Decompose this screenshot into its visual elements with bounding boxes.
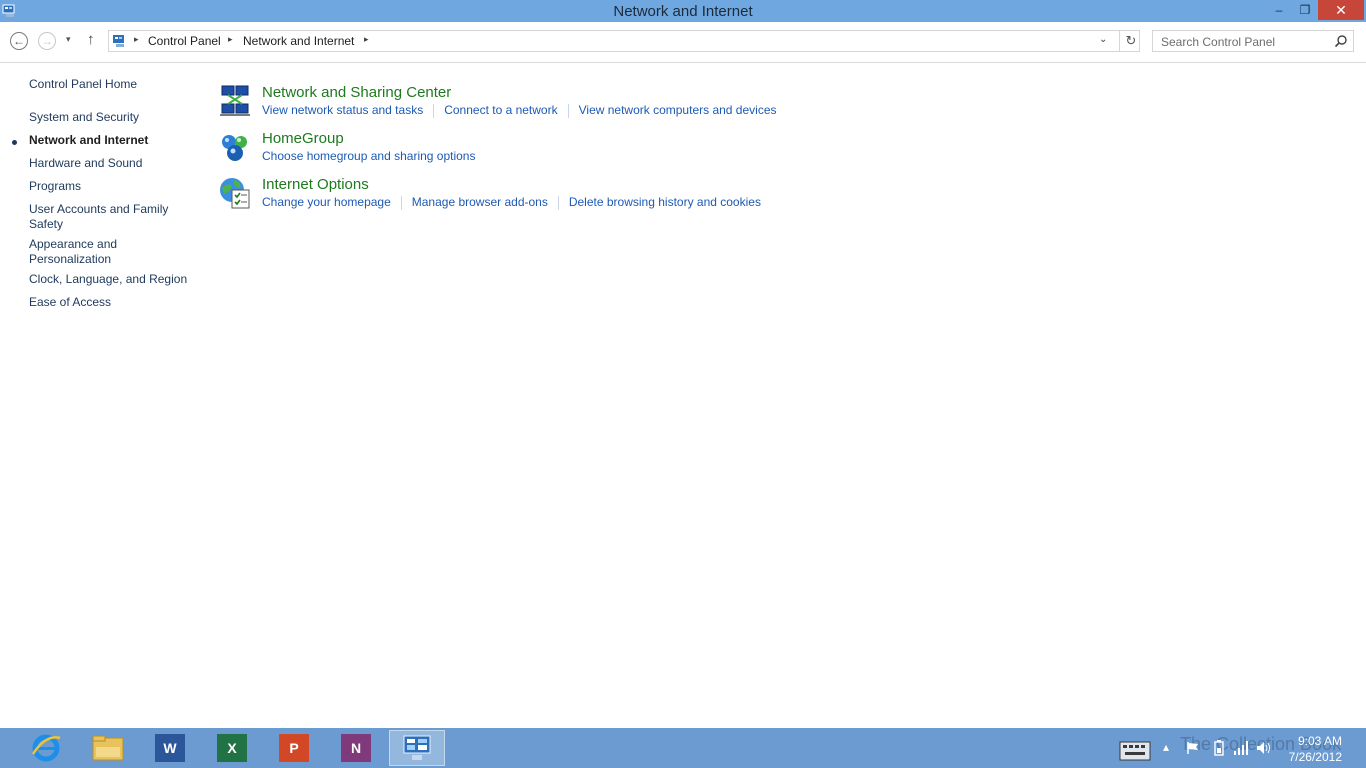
breadcrumb-separator[interactable]: ▸ [134, 34, 139, 45]
taskbar-control-panel[interactable] [389, 730, 445, 766]
change-homepage-link[interactable]: Change your homepage [262, 195, 391, 209]
delete-browsing-history-link[interactable]: Delete browsing history and cookies [569, 195, 761, 209]
view-network-status-link[interactable]: View network status and tasks [262, 103, 423, 117]
recent-locations-button[interactable]: ▾ [66, 34, 71, 45]
taskbar-word[interactable]: W [142, 730, 198, 766]
sidebar-item-user-accounts[interactable]: User Accounts and Family Safety [29, 202, 174, 232]
action-center-flag-icon[interactable] [1186, 741, 1200, 755]
sidebar-item-system-and-security[interactable]: System and Security [29, 110, 189, 125]
taskbar-powerpoint[interactable]: P [266, 730, 322, 766]
search-icon[interactable] [1334, 34, 1348, 48]
refresh-button[interactable]: ↻ [1119, 31, 1142, 51]
taskbar-onenote[interactable]: N [328, 730, 384, 766]
word-icon: W [155, 734, 185, 762]
breadcrumb-separator[interactable]: ▸ [228, 34, 233, 45]
network-sharing-icon[interactable] [218, 84, 252, 118]
volume-icon[interactable] [1256, 740, 1272, 756]
network-sharing-center-link[interactable]: Network and Sharing Center [262, 84, 451, 101]
link-divider [433, 103, 435, 118]
address-bar[interactable]: ▸ Control Panel ▸ Network and Internet ▸… [108, 30, 1140, 52]
sidebar-item-clock-language-region[interactable]: Clock, Language, and Region [29, 272, 189, 287]
control-panel-icon [403, 735, 431, 760]
link-divider [400, 195, 402, 210]
search-box[interactable] [1152, 30, 1354, 52]
folder-icon [92, 735, 124, 761]
link-divider [557, 195, 559, 210]
window-title: Network and Internet [613, 3, 753, 20]
internet-options-icon[interactable] [218, 176, 252, 210]
control-panel-icon [113, 35, 124, 47]
minimize-button[interactable]: – [1266, 0, 1292, 20]
homegroup-tasks: Choose homegroup and sharing options [262, 149, 475, 163]
homegroup-icon[interactable] [218, 130, 252, 164]
sidebar-item-network-and-internet[interactable]: Network and Internet [29, 133, 189, 148]
connect-to-network-link[interactable]: Connect to a network [444, 103, 557, 117]
internet-options-tasks: Change your homepage Manage browser add-o… [262, 195, 761, 210]
taskbar-internet-explorer[interactable] [18, 730, 74, 766]
excel-icon: X [217, 734, 247, 762]
network-sharing-tasks: View network status and tasks Connect to … [262, 103, 777, 118]
touch-keyboard-icon[interactable] [1118, 732, 1162, 766]
maximize-button[interactable]: ❐ [1292, 0, 1318, 20]
ie-icon [31, 734, 61, 762]
back-button[interactable]: ← [10, 32, 28, 50]
clock-time: 9:03 AM [1297, 734, 1342, 748]
up-button[interactable]: ↑ [87, 31, 95, 48]
forward-button[interactable]: → [38, 32, 56, 50]
battery-icon[interactable] [1213, 740, 1225, 756]
choose-homegroup-options-link[interactable]: Choose homegroup and sharing options [262, 149, 475, 163]
link-divider [567, 103, 569, 118]
search-input[interactable] [1159, 33, 1333, 51]
sidebar-item-programs[interactable]: Programs [29, 179, 189, 194]
close-button[interactable]: ✕ [1318, 0, 1364, 20]
clock-date: 7/26/2012 [1288, 750, 1342, 764]
show-hidden-icons-button[interactable]: ▴ [1163, 740, 1169, 754]
address-dropdown-icon[interactable]: ⌄ [1099, 34, 1107, 45]
system-clock[interactable]: 9:03 AM 7/26/2012 [1289, 733, 1342, 765]
taskbar: W X P N ▴ The Collection Book 9:03 AM 7/… [0, 728, 1366, 768]
title-bar: Network and Internet – ❐ ✕ [0, 0, 1366, 22]
active-item-bullet [12, 140, 17, 145]
breadcrumb-separator[interactable]: ▸ [364, 34, 369, 45]
taskbar-excel[interactable]: X [204, 730, 260, 766]
internet-options-link[interactable]: Internet Options [262, 176, 369, 193]
view-network-computers-link[interactable]: View network computers and devices [579, 103, 777, 117]
breadcrumb-control-panel[interactable]: Control Panel [148, 34, 221, 48]
onenote-icon: N [341, 734, 371, 762]
homegroup-link[interactable]: HomeGroup [262, 130, 344, 147]
navigation-bar: ← → ▾ ↑ ▸ Control Panel ▸ Network and In… [0, 22, 1366, 63]
taskbar-file-explorer[interactable] [80, 730, 136, 766]
breadcrumb-network-and-internet[interactable]: Network and Internet [243, 34, 354, 48]
sidebar-item-hardware-and-sound[interactable]: Hardware and Sound [29, 156, 189, 171]
sidebar-item-control-panel-home[interactable]: Control Panel Home [29, 77, 189, 92]
sidebar-item-ease-of-access[interactable]: Ease of Access [29, 295, 189, 310]
manage-browser-addons-link[interactable]: Manage browser add-ons [412, 195, 548, 209]
powerpoint-icon: P [279, 734, 309, 762]
sidebar-item-appearance[interactable]: Appearance and Personalization [29, 237, 129, 267]
network-signal-icon[interactable] [1233, 740, 1249, 756]
